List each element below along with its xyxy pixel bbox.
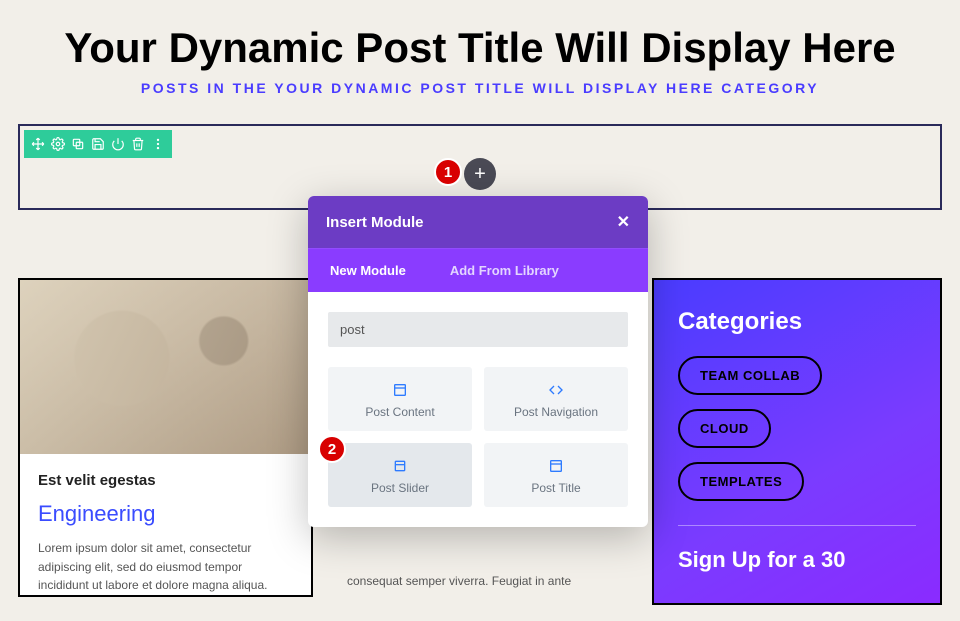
tab-new-module[interactable]: New Module: [308, 249, 428, 292]
move-icon[interactable]: [28, 134, 48, 154]
sidebar: Categories TEAM COLLAB CLOUD TEMPLATES S…: [652, 278, 942, 605]
insert-module-modal: Insert Module ✕ New Module Add From Libr…: [308, 196, 648, 527]
module-post-content[interactable]: Post Content: [328, 367, 472, 431]
annotation-badge-1: 1: [434, 158, 462, 186]
module-search-input[interactable]: [328, 312, 628, 347]
post-card[interactable]: Est velit egestas Engineering Lorem ipsu…: [18, 278, 313, 597]
more-icon[interactable]: [148, 134, 168, 154]
module-post-title[interactable]: Post Title: [484, 443, 628, 507]
module-label: Post Slider: [336, 481, 464, 495]
page-title: Your Dynamic Post Title Will Display Her…: [0, 0, 960, 80]
duplicate-icon[interactable]: [68, 134, 88, 154]
power-icon[interactable]: [108, 134, 128, 154]
sidebar-divider: [678, 525, 916, 526]
post-card-category[interactable]: Engineering: [38, 501, 293, 527]
post-navigation-icon: [547, 381, 565, 399]
category-pill-team-collab[interactable]: TEAM COLLAB: [678, 356, 822, 395]
post-title-icon: [547, 457, 565, 475]
category-pill-templates[interactable]: TEMPLATES: [678, 462, 804, 501]
module-label: Post Title: [492, 481, 620, 495]
modal-tabs: New Module Add From Library: [308, 248, 648, 292]
mid-column-text: consequat semper viverra. Feugiat in ant…: [335, 572, 630, 591]
section-toolbar: [24, 130, 172, 158]
annotation-badge-2: 2: [318, 435, 346, 463]
category-pill-cloud[interactable]: CLOUD: [678, 409, 771, 448]
trash-icon[interactable]: [128, 134, 148, 154]
post-card-image: [20, 280, 311, 454]
page-subtitle: POSTS IN THE YOUR DYNAMIC POST TITLE WIL…: [0, 80, 960, 96]
sidebar-signup-heading: Sign Up for a 30: [678, 546, 916, 575]
post-slider-icon: [391, 457, 409, 475]
module-post-navigation[interactable]: Post Navigation: [484, 367, 628, 431]
sidebar-heading: Categories: [678, 308, 916, 336]
gear-icon[interactable]: [48, 134, 68, 154]
post-card-body: Lorem ipsum dolor sit amet, consectetur …: [38, 539, 293, 595]
module-label: Post Navigation: [492, 405, 620, 419]
add-module-button[interactable]: +: [464, 158, 496, 190]
modal-title: Insert Module: [326, 214, 424, 231]
save-icon[interactable]: [88, 134, 108, 154]
module-label: Post Content: [336, 405, 464, 419]
module-post-slider[interactable]: 2 Post Slider: [328, 443, 472, 507]
close-icon[interactable]: ✕: [617, 212, 630, 232]
post-card-title: Est velit egestas: [38, 472, 293, 489]
tab-add-from-library[interactable]: Add From Library: [428, 249, 581, 292]
post-content-icon: [391, 381, 409, 399]
